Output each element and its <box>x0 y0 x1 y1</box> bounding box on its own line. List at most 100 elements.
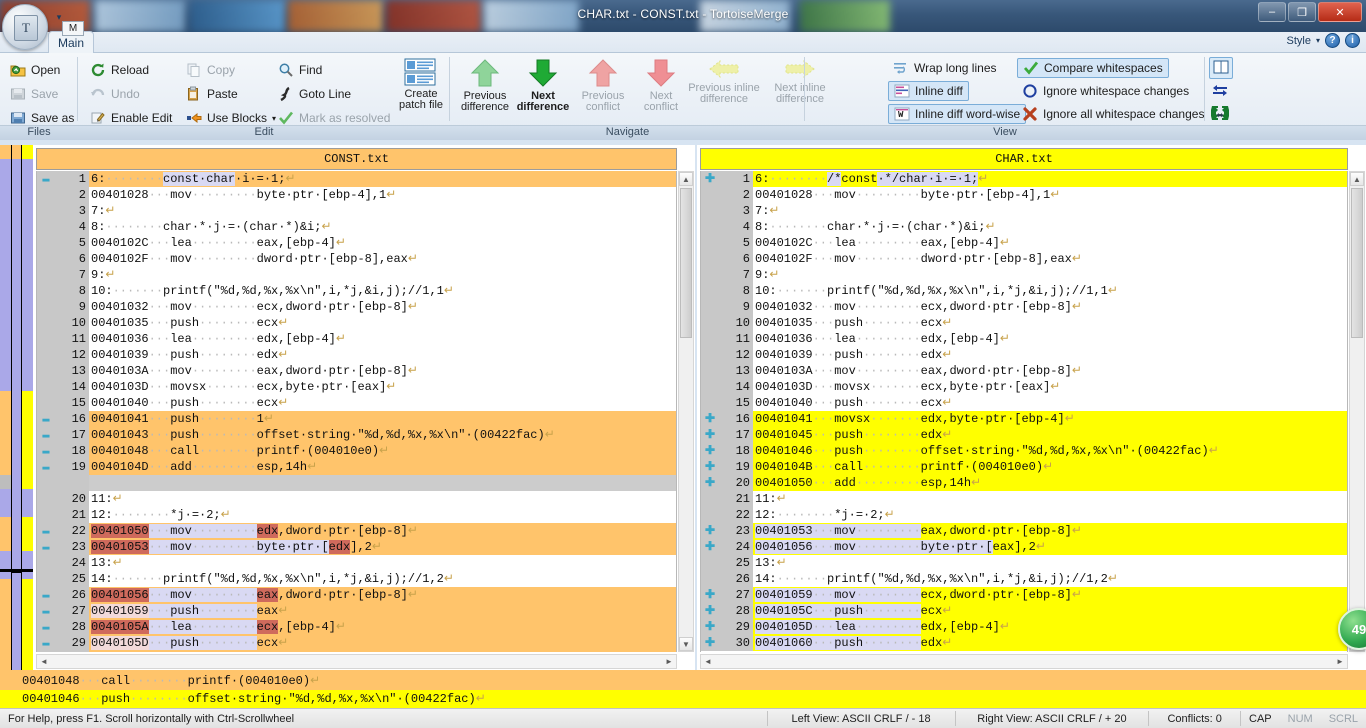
code-line[interactable]: 22 12:········*j·=·2;↵ <box>701 507 1347 523</box>
paste-button[interactable]: Paste <box>182 83 242 105</box>
bottom-merged-pane[interactable]: 00401048···call········printf·(004010e0)… <box>0 670 1366 710</box>
scroll-up-icon[interactable]: ▲ <box>1350 172 1364 186</box>
code-line[interactable]: 22 ▬ 00401050···mov·········edx,dword·ptr·… <box>37 523 676 539</box>
chevron-down-icon[interactable]: ▾ <box>1316 36 1320 45</box>
code-line[interactable]: 11 00401036···lea·········edx,[ebp-4]↵ <box>37 331 676 347</box>
ignore-all-whitespace-changes-radio[interactable]: Ignore all whitespace changes <box>1017 104 1209 124</box>
left-scroll-thumb[interactable] <box>680 188 692 338</box>
right-horizontal-scrollbar[interactable]: ◄ ► <box>700 654 1348 669</box>
code-line[interactable]: 27 ▬ 00401059···push········eax↵ <box>37 603 676 619</box>
code-line[interactable]: 1 ✚ 6:········/*const·*/char·i·=·1;↵ <box>701 171 1347 187</box>
code-line[interactable]: 13 0040103A···mov·········eax,dword·ptr·[… <box>37 363 676 379</box>
save-button[interactable]: Save <box>6 83 62 105</box>
left-code-area[interactable]: 1 ▬ 6:········const·char·i·=·1;↵ 2 00401028·… <box>36 171 677 652</box>
code-line[interactable]: 2 00401028···mov·········byte·ptr·[ebp-4]… <box>701 187 1347 203</box>
previous-conflict-button[interactable]: Previous conflict <box>572 57 634 121</box>
scroll-up-icon[interactable]: ▲ <box>679 172 693 186</box>
restore-button[interactable]: ❐ <box>1288 2 1316 22</box>
code-line[interactable]: 9 00401032···mov·········ecx,dword·ptr·[e… <box>701 299 1347 315</box>
code-line[interactable]: 7 9:↵ <box>37 267 676 283</box>
swap-views-button[interactable] <box>1211 83 1227 102</box>
right-code-area[interactable]: 1 ✚ 6:········/*const·*/char·i·=·1;↵ 2 00401… <box>700 171 1348 652</box>
code-line[interactable]: 30▬0040105F···mov·········edx,dword·ptr·… <box>37 651 676 652</box>
code-line[interactable]: 17 ▬ 00401043···push········offset·string·… <box>37 427 676 443</box>
next-difference-button[interactable]: Next difference <box>512 57 574 121</box>
compare-whitespaces-radio[interactable]: Compare whitespaces <box>1017 58 1169 78</box>
code-line[interactable]: 10 00401035···push········ecx↵ <box>701 315 1347 331</box>
scroll-right-icon[interactable]: ► <box>1333 655 1347 668</box>
right-scroll-thumb[interactable] <box>1351 188 1363 338</box>
bottom-code-area[interactable]: 00401048···call········printf·(004010e0)… <box>0 672 1366 708</box>
code-line[interactable]: 29 ▬ 0040105D···push········ecx↵ <box>37 635 676 651</box>
scroll-left-icon[interactable]: ◄ <box>701 655 715 668</box>
code-line[interactable]: 11 00401036···lea·········edx,[ebp-4]↵ <box>701 331 1347 347</box>
code-line[interactable]: 25 14:·······printf("%d,%d,%x,%x\n",i,*j,… <box>37 571 676 587</box>
code-line[interactable]: 8 10:·······printf("%d,%d,%x,%x\n",i,*j,&… <box>701 283 1347 299</box>
code-line[interactable]: 28 ✚ 0040105C···push········ecx↵ <box>701 603 1347 619</box>
code-line[interactable]: 1 ▬ 6:········const·char·i·=·1;↵ <box>37 171 676 187</box>
previous-inline-difference-button[interactable]: Previous inline difference <box>684 57 764 121</box>
code-line[interactable]: 29 ✚ 0040105D···lea·········edx,[ebp-4]↵ <box>701 619 1347 635</box>
code-line[interactable]: 15 00401040···push········ecx↵ <box>701 395 1347 411</box>
left-vertical-scrollbar[interactable]: ▲ ▼ <box>678 171 694 652</box>
diff-overview-strips[interactable] <box>0 145 33 671</box>
copy-button[interactable]: Copy <box>182 59 239 81</box>
open-button[interactable]: Open <box>6 59 64 81</box>
scroll-left-icon[interactable]: ◄ <box>37 655 51 668</box>
dialog-launcher-icon[interactable]: ⬌ <box>1213 109 1227 123</box>
application-menu-button[interactable]: T <box>2 4 48 50</box>
code-line[interactable]: 3 7:↵ <box>37 203 676 219</box>
code-line[interactable]: 4 8:········char·*·j·=·(char·*)&i;↵ <box>37 219 676 235</box>
code-line[interactable]: 13 0040103A···mov·········eax,dword·ptr·[… <box>701 363 1347 379</box>
code-line[interactable]: 15 00401040···push········ecx↵ <box>37 395 676 411</box>
code-line[interactable]: 24 ✚ 00401056···mov·········byte·ptr·[eax]… <box>701 539 1347 555</box>
scroll-down-icon[interactable]: ▼ <box>679 637 693 651</box>
wrap-long-lines-toggle[interactable]: Wrap long lines <box>888 58 1002 78</box>
code-line[interactable]: 19 ▬ 0040104D···add·········esp,14h↵ <box>37 459 676 475</box>
code-line[interactable] <box>37 475 676 491</box>
reload-button[interactable]: Reload <box>86 59 153 81</box>
code-line[interactable]: 25 13:↵ <box>701 555 1347 571</box>
code-line[interactable]: 4 8:········char·*·j·=·(char·*)&i;↵ <box>701 219 1347 235</box>
left-horizontal-scrollbar[interactable]: ◄ ► <box>36 654 677 669</box>
code-line[interactable]: 16 ✚ 00401041···movsx·······edx,byte·ptr·[… <box>701 411 1347 427</box>
code-line[interactable]: 3 7:↵ <box>701 203 1347 219</box>
close-button[interactable]: ✕ <box>1318 2 1362 22</box>
undo-button[interactable]: Undo <box>86 83 144 105</box>
scroll-right-icon[interactable]: ► <box>662 655 676 668</box>
code-line[interactable]: 27 ✚ 00401059···mov·········ecx,dword·ptr·… <box>701 587 1347 603</box>
code-line[interactable]: 6 0040102F···mov·········dword·ptr·[ebp-8… <box>37 251 676 267</box>
code-line[interactable]: 16 ▬ 00401041···push········1↵ <box>37 411 676 427</box>
two-pane-layout-button[interactable] <box>1209 57 1233 79</box>
code-line[interactable]: 21 11:↵ <box>701 491 1347 507</box>
overview-strip-middle[interactable] <box>11 145 22 670</box>
code-line[interactable]: 20 11:↵ <box>37 491 676 507</box>
code-line[interactable]: 9 00401032···mov·········ecx,dword·ptr·[e… <box>37 299 676 315</box>
code-line[interactable]: 23 ✚ 00401053···mov·········eax,dword·ptr·… <box>701 523 1347 539</box>
code-line[interactable]: 26 14:·······printf("%d,%d,%x,%x\n",i,*j,… <box>701 571 1347 587</box>
code-line[interactable]: 23 ▬ 00401053···mov·········byte·ptr·[edx]… <box>37 539 676 555</box>
code-line[interactable]: 20 ✚ 00401050···add·········esp,14h↵ <box>701 475 1347 491</box>
code-line[interactable]: 18 ✚ 00401046···push········offset·string·… <box>701 443 1347 459</box>
goto-line-button[interactable]: Goto Line <box>274 83 355 105</box>
right-vertical-scrollbar[interactable]: ▲ ▼ <box>1349 171 1365 652</box>
code-line[interactable]: 24 13:↵ <box>37 555 676 571</box>
code-line[interactable]: 17 ✚ 00401045···push········edx↵ <box>701 427 1347 443</box>
ignore-whitespace-changes-radio[interactable]: Ignore whitespace changes <box>1017 81 1194 101</box>
code-line[interactable]: 18 ▬ 00401048···call········printf·(004010… <box>37 443 676 459</box>
code-line[interactable]: 5 0040102C···lea·········eax,[ebp-4]↵ <box>37 235 676 251</box>
code-line[interactable]: 14 0040103D···movsx·······ecx,byte·ptr·[e… <box>37 379 676 395</box>
bottom-code-line[interactable]: 00401046···push········offset·string·"%d… <box>0 690 1366 708</box>
code-line[interactable]: 12 00401039···push········edx↵ <box>701 347 1347 363</box>
code-line[interactable]: 30 ✚ 00401060···push········edx↵ <box>701 635 1347 651</box>
next-conflict-button[interactable]: Next conflict <box>630 57 692 121</box>
style-menu-label[interactable]: Style <box>1287 35 1311 47</box>
bottom-code-line[interactable]: 00401048···call········printf·(004010e0)… <box>0 672 1366 690</box>
minimize-button[interactable]: – <box>1258 2 1286 22</box>
code-line[interactable]: 26 ▬ 00401056···mov·········eax,dword·ptr·… <box>37 587 676 603</box>
code-line[interactable]: 5 0040102C···lea·········eax,[ebp-4]↵ <box>701 235 1347 251</box>
code-line[interactable]: 12 00401039···push········edx↵ <box>37 347 676 363</box>
overview-strip-right[interactable] <box>22 145 33 671</box>
overview-strip-left[interactable] <box>0 145 11 671</box>
info-icon[interactable]: i <box>1345 33 1360 48</box>
